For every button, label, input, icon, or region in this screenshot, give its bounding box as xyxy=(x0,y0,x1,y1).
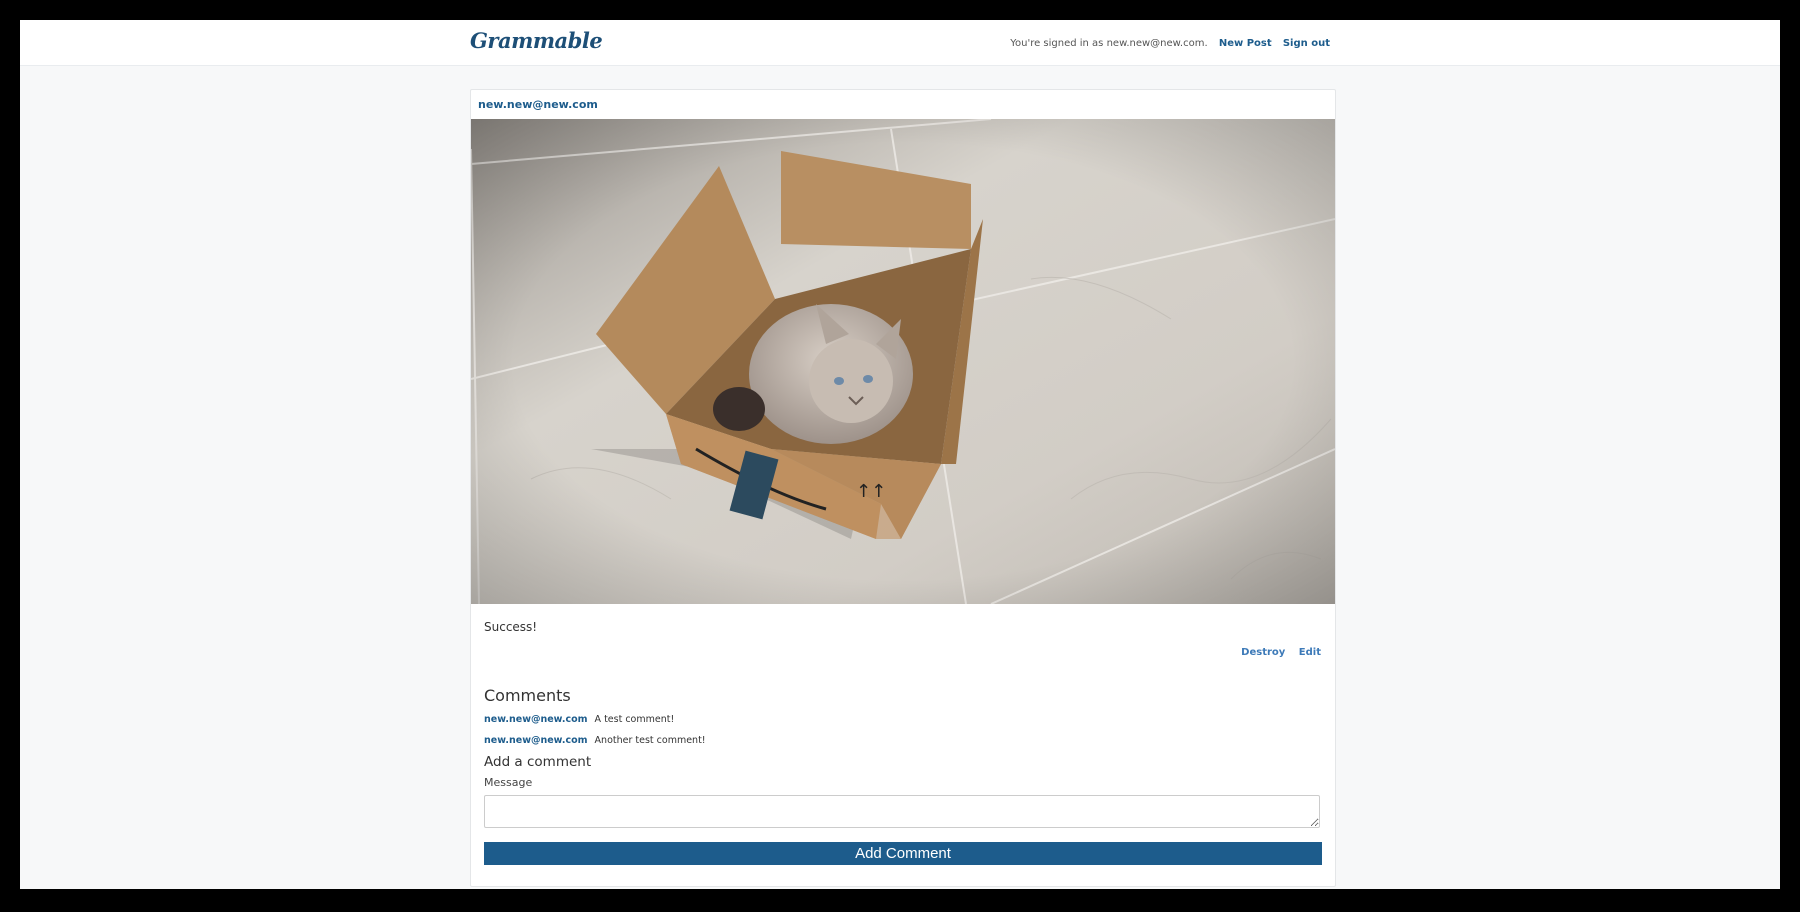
signed-in-text: You're signed in as new.new@new.com. xyxy=(1010,38,1208,49)
comment-user: new.new@new.com xyxy=(484,714,588,725)
message-input[interactable] xyxy=(484,795,1320,828)
destroy-link[interactable]: Destroy xyxy=(1241,647,1285,658)
navbar: Grammable You're signed in as new.new@ne… xyxy=(20,20,1780,66)
new-post-link[interactable]: New Post xyxy=(1219,38,1272,49)
comment-user: new.new@new.com xyxy=(484,735,588,746)
post-photo: ↑↑ xyxy=(471,119,1335,604)
post-actions: Destroy Edit xyxy=(1231,647,1321,658)
post-caption: Success! xyxy=(484,620,538,634)
comment-text: A test comment! xyxy=(594,714,675,725)
post-card: new.new@new.com Success! Destroy Edit Co… xyxy=(470,89,1336,887)
message-label: Message xyxy=(484,776,533,789)
post-author: new.new@new.com xyxy=(478,98,598,111)
browser-viewport: Grammable You're signed in as new.new@ne… xyxy=(20,20,1780,889)
sign-out-link[interactable]: Sign out xyxy=(1283,38,1330,49)
comment-item: new.new@new.com Another test comment! xyxy=(484,735,706,746)
comment-text: Another test comment! xyxy=(594,735,706,746)
add-comment-heading: Add a comment xyxy=(484,754,592,770)
nav-right: You're signed in as new.new@new.com. New… xyxy=(1010,38,1330,49)
add-comment-button[interactable]: Add Comment xyxy=(484,842,1322,865)
edit-link[interactable]: Edit xyxy=(1299,647,1321,658)
comments-heading: Comments xyxy=(484,686,571,705)
brand-logo[interactable]: Grammable xyxy=(470,28,603,53)
comment-item: new.new@new.com A test comment! xyxy=(484,714,674,725)
